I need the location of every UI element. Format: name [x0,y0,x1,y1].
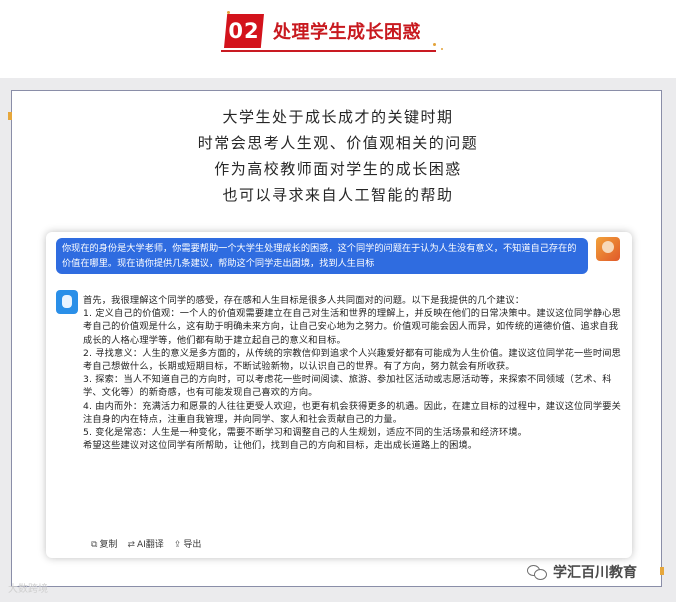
export-button[interactable]: ⇪ 导出 [174,537,202,550]
wechat-icon [527,564,547,580]
watermark-right-label: 学汇百川教育 [553,565,637,581]
bot-message: 首先，我很理解这个同学的感受，存在感和人生目标是很多人共同面对的问题。以下是我提… [83,294,621,452]
bot-paragraph: 首先，我很理解这个同学的感受，存在感和人生目标是很多人共同面对的问题。以下是我提… [83,295,525,306]
bot-paragraph: 希望这些建议对这位同学有所帮助，让他们，找到自己的方向和目标，走出成长道路上的困… [83,440,478,452]
watermark-left: 大数跨境 [8,584,48,595]
copy-label: 复制 [99,540,118,550]
decor-dot [441,48,443,50]
bot-paragraph: 2. 寻找意义：人生的意义是多方面的，从传统的宗教信仰到追求个人兴趣爱好都有可能… [83,347,621,373]
frame-accent [660,567,664,575]
export-label: 导出 [183,540,202,550]
intro-text: 大学生处于成长成才的关键时期 时常会思考人生观、价值观相关的问题 作为高校教师面… [0,104,676,208]
intro-line: 作为高校教师面对学生的成长困惑 [214,160,462,178]
chat-window: 你现在的身份是大学老师，你需要帮助一个大学生处理成长的困惑，这个同学的问题在于认… [46,232,632,558]
decor-dot [433,43,436,46]
bot-paragraph: 3. 探索：当人不知道自己的方向时，可以考虑花一些时间阅读、旅游、参加社区活动或… [83,374,612,399]
bot-paragraph: 1. 定义自己的价值观：一个人的价值观需要建立在自己对生活和世界的理解上，并反映… [83,308,621,346]
translate-button[interactable]: ⇄ AI翻译 [127,537,163,550]
decor-dot [227,11,230,14]
bot-paragraph: 4. 由内而外：充满活力和愿景的人往往更受人欢迎，也更有机会获得更多的机遇。因此… [83,400,621,425]
translate-label: AI翻译 [137,540,164,550]
user-message: 你现在的身份是大学老师，你需要帮助一个大学生处理成长的困惑，这个同学的问题在于认… [56,238,588,274]
translate-icon: ⇄ [127,540,135,550]
copy-icon: ⧉ [91,540,98,550]
message-actions: ⧉ 复制 ⇄ AI翻译 ⇪ 导出 [91,537,201,550]
section-title: 处理学生成长困惑 [273,22,421,43]
export-icon: ⇪ [173,540,182,550]
bot-avatar [56,290,78,314]
header-underline [221,50,436,52]
watermark-right: 学汇百川教育 [527,562,637,582]
intro-line: 大学生处于成长成才的关键时期 [222,108,454,126]
copy-button[interactable]: ⧉ 复制 [91,537,117,550]
section-header: 02 处理学生成长困惑 [0,0,676,78]
intro-line: 也可以寻求来自人工智能的帮助 [222,186,454,204]
user-avatar [596,237,620,261]
intro-line: 时常会思考人生观、价值观相关的问题 [197,134,479,152]
bot-paragraph: 5. 变化是常态：人生是一种变化，需要不断学习和调整自己的人生规划，适应不同的生… [83,427,528,439]
section-number-badge: 02 [224,14,264,48]
